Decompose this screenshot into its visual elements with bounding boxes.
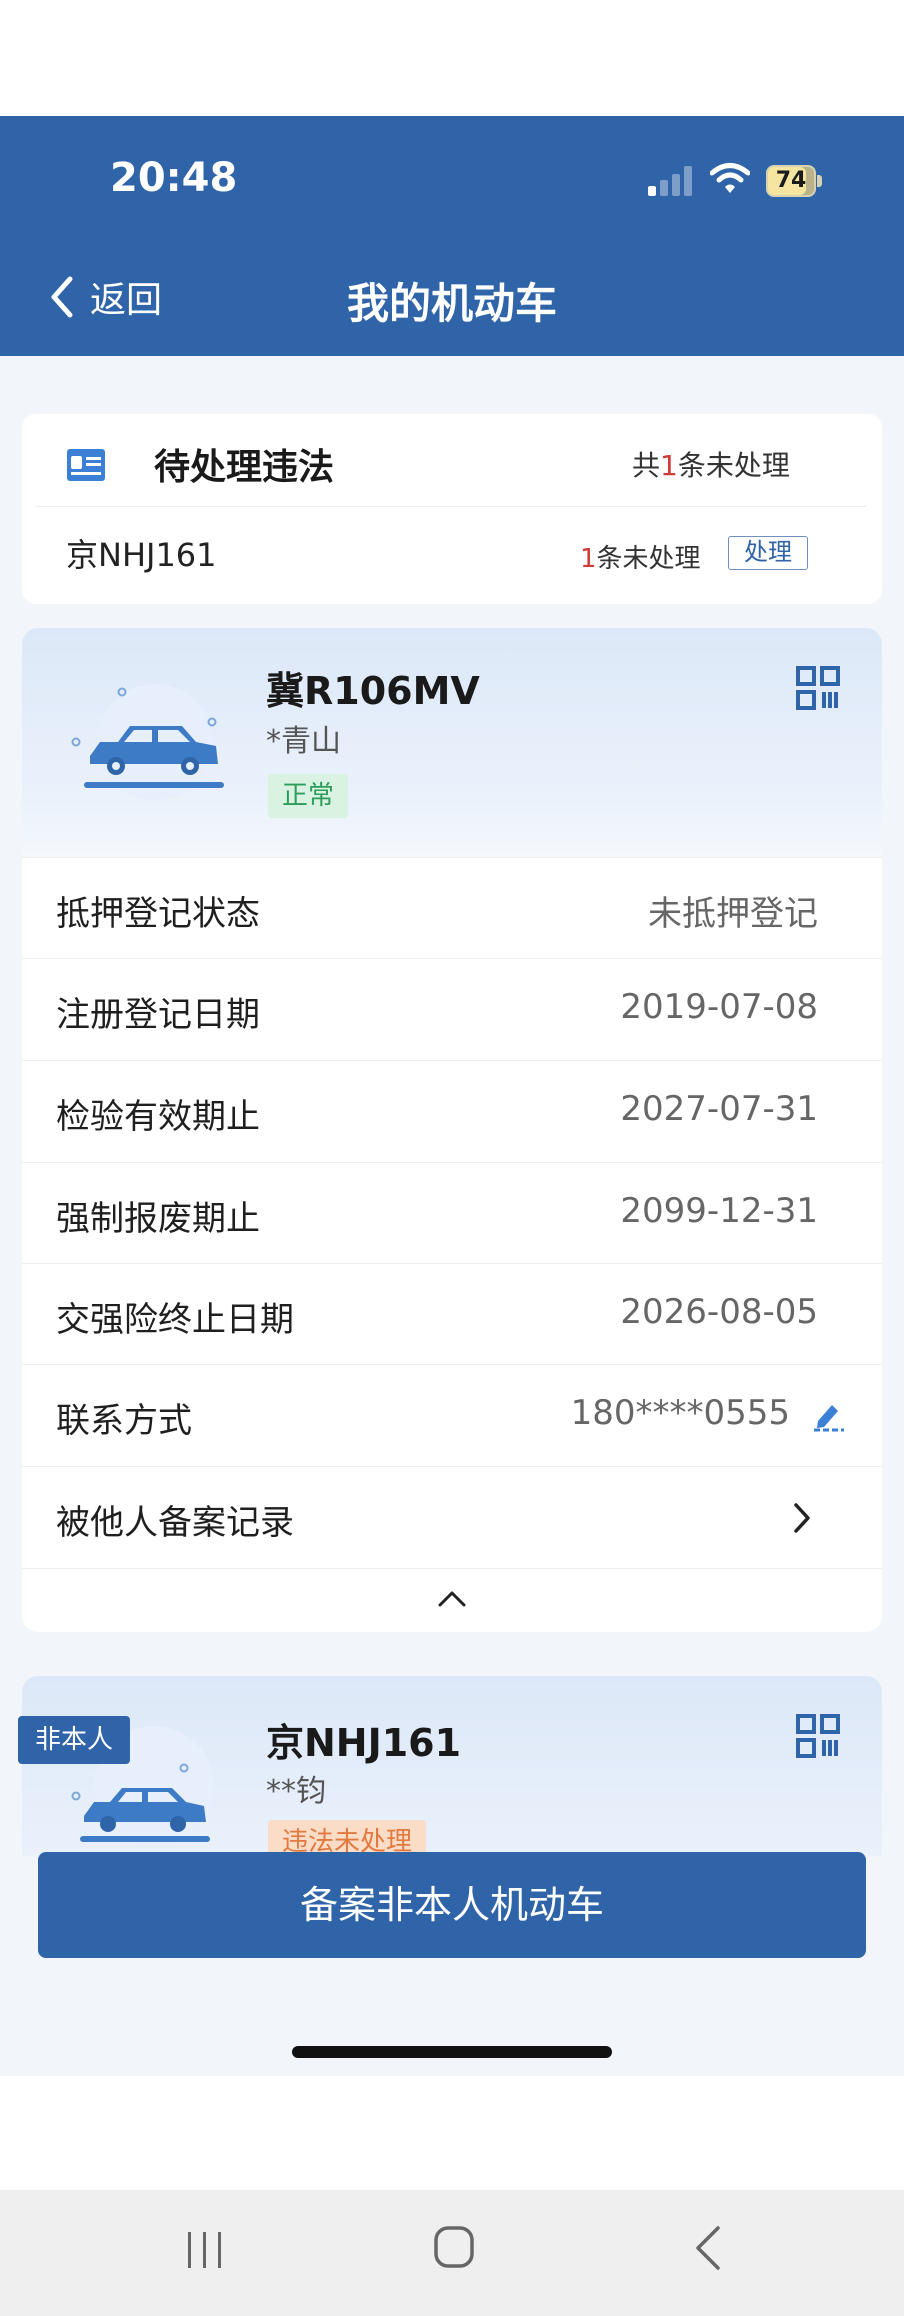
chevron-up-icon — [438, 1591, 466, 1607]
battery-icon: 74 — [766, 165, 822, 197]
row-label: 交强险终止日期 — [56, 1300, 294, 1340]
signal-icon — [648, 166, 694, 196]
row-label: 被他人备案记录 — [56, 1503, 294, 1543]
info-row-mortgage: 抵押登记状态 未抵押登记 — [22, 857, 882, 958]
pending-summary: 共1条未处理 — [632, 449, 790, 482]
qr-code-icon[interactable] — [796, 1714, 840, 1758]
info-row-inspection-expiry: 检验有效期止 2027-07-31 — [22, 1060, 882, 1161]
home-icon[interactable] — [432, 2224, 476, 2270]
row-label: 强制报废期止 — [56, 1199, 260, 1239]
status-badge: 正常 — [268, 774, 349, 818]
pending-plate[interactable]: 京NHJ161 — [66, 530, 217, 576]
row-value: 2099-12-31 — [620, 1191, 818, 1231]
row-value: 2026-08-05 — [620, 1292, 818, 1332]
id-card-icon — [67, 449, 105, 481]
home-indicator[interactable] — [292, 2046, 612, 2058]
info-row-scrap-date: 强制报废期止 2099-12-31 — [22, 1162, 882, 1263]
row-label: 联系方式 — [56, 1401, 192, 1441]
battery-level: 74 — [775, 168, 807, 193]
register-non-owner-vehicle-button[interactable]: 备案非本人机动车 — [38, 1852, 866, 1958]
page-title: 我的机动车 — [346, 279, 557, 328]
wifi-icon — [710, 163, 750, 193]
info-row-registration-date: 注册登记日期 2019-07-08 — [22, 958, 882, 1059]
collapse-toggle[interactable] — [22, 1568, 882, 1633]
row-label: 注册登记日期 — [56, 995, 260, 1035]
row-label: 抵押登记状态 — [56, 894, 260, 934]
recents-icon[interactable] — [184, 2228, 226, 2272]
back-icon[interactable] — [692, 2224, 724, 2272]
vehicle-owner: *青山 — [266, 724, 341, 759]
pending-count: 1 — [660, 449, 678, 482]
info-row-contact: 联系方式 180****0555 — [22, 1364, 882, 1465]
car-icon — [71, 684, 224, 800]
row-label: 检验有效期止 — [56, 1097, 260, 1137]
divider — [36, 506, 866, 507]
qr-code-icon[interactable] — [796, 666, 840, 710]
chevron-right-icon — [794, 1503, 810, 1533]
pending-violations-title: 待处理违法 — [154, 447, 335, 488]
row-value: 180****0555 — [570, 1393, 790, 1433]
edit-icon[interactable] — [810, 1399, 846, 1433]
status-time: 20:48 — [110, 155, 238, 201]
vehicle-owner: **钧 — [266, 1774, 326, 1809]
vehicle-plate: 京NHJ161 — [266, 1721, 462, 1765]
plate-pending-count: 1条未处理 — [580, 544, 701, 574]
row-value: 2019-07-08 — [620, 987, 818, 1027]
row-value: 2027-07-31 — [620, 1089, 818, 1129]
info-row-insurance-expiry: 交强险终止日期 2026-08-05 — [22, 1263, 882, 1364]
vehicle-plate: 冀R106MV — [266, 669, 480, 713]
row-value: 未抵押登记 — [648, 894, 818, 934]
not-self-badge: 非本人 — [18, 1716, 130, 1764]
info-row-others-records[interactable]: 被他人备案记录 — [22, 1466, 882, 1567]
handle-button[interactable]: 处理 — [728, 536, 808, 570]
